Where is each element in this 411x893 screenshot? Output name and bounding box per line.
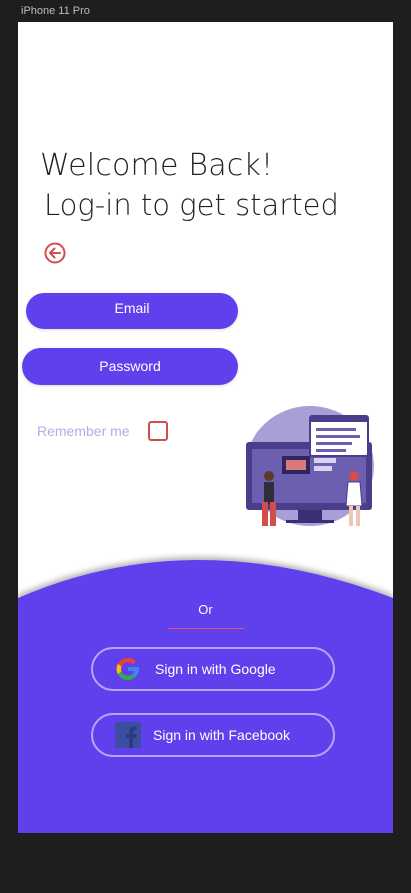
workspace-illustration — [246, 406, 374, 526]
remember-me-label: Remember me — [37, 423, 130, 439]
arrow-left-circle-icon — [44, 242, 66, 264]
device-frame-label: iPhone 11 Pro — [21, 5, 90, 17]
or-divider-text: Or — [198, 602, 213, 617]
google-icon — [116, 657, 140, 681]
login-screen: Welcome Back! Log-in to get started Emai… — [18, 22, 393, 833]
or-divider-line — [168, 628, 244, 629]
password-field[interactable]: Password — [22, 348, 238, 385]
sign-in-facebook-button[interactable]: Sign in with Facebook — [91, 713, 335, 757]
email-field[interactable]: Email — [26, 293, 238, 329]
page-subtitle: Log-in to get started — [44, 188, 339, 222]
facebook-button-label: Sign in with Facebook — [153, 727, 290, 743]
google-button-label: Sign in with Google — [155, 661, 276, 677]
back-button[interactable] — [44, 242, 66, 264]
sign-in-google-button[interactable]: Sign in with Google — [91, 647, 335, 691]
bottom-panel-background — [18, 560, 393, 833]
page-title: Welcome Back! — [40, 148, 274, 183]
remember-me-checkbox[interactable] — [148, 421, 168, 441]
facebook-icon — [115, 722, 141, 748]
